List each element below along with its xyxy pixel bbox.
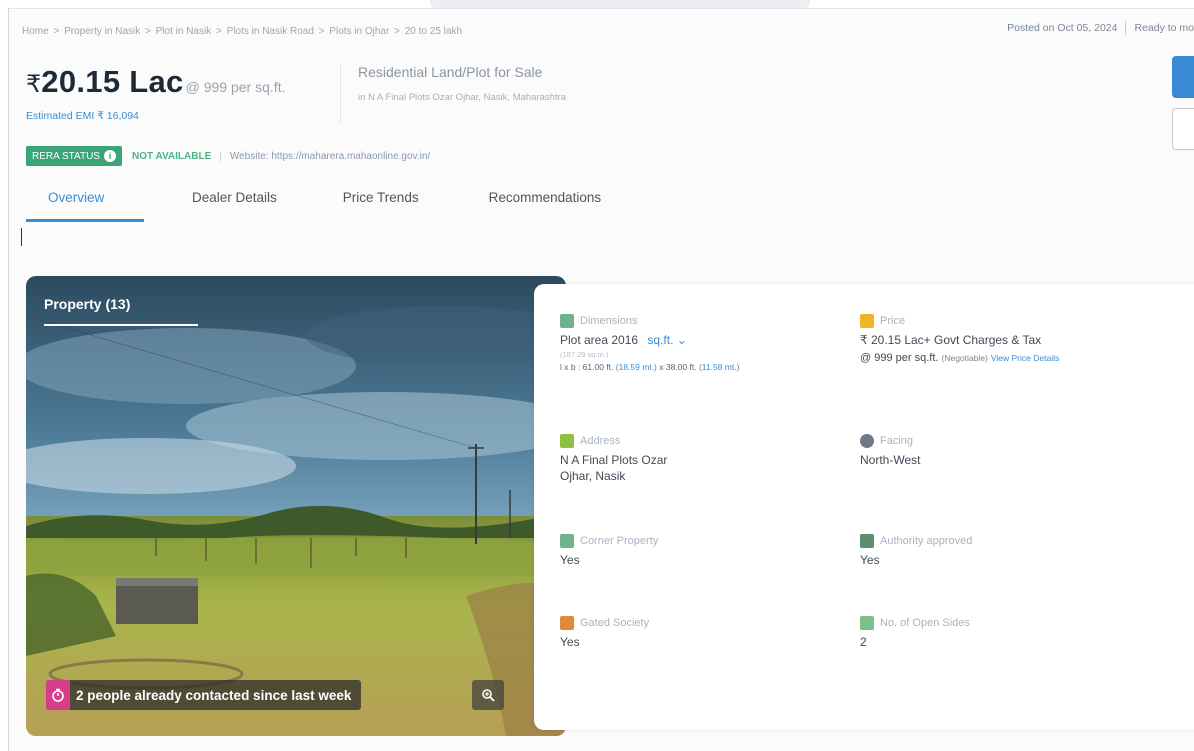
contact-activity-banner: 2 people already contacted since last we… [46,680,362,710]
breadcrumb-price-range[interactable]: 20 to 25 lakh [405,26,462,37]
facing-value: North-West [860,453,921,467]
gated-label: Gated Society [580,617,650,629]
authority-value: Yes [860,553,880,567]
detail-gated: Gated Society Yes [560,616,649,650]
view-price-details-link[interactable]: View Price Details [991,353,1059,363]
corner-icon [560,534,574,548]
tab-price-trends[interactable]: Price Trends [343,186,419,222]
facing-label: Facing [880,435,914,447]
lxb-breadth-m: (11.58 mt.) [698,362,740,372]
price-value: ₹ 20.15 Lac+ Govt Charges & Tax [860,333,1042,347]
area-unit-label: sq.ft. [647,333,674,347]
posted-divider [1125,21,1127,35]
text-cursor [21,228,22,246]
gated-value: Yes [560,635,580,649]
price-amount: 20.15 Lac [41,64,184,99]
chevron-down-icon: ⌄ [676,333,687,347]
price-headline: ₹20.15 Lac @ 999 per sq.ft. [26,64,285,100]
address-icon [560,434,574,448]
rera-row: RERA STATUS i NOT AVAILABLE | Website: h… [26,146,430,166]
corner-label: Corner Property [580,535,659,547]
breadcrumb-home[interactable]: Home [22,26,49,37]
detail-address: Address N A Final Plots Ozar Ojhar, Nasi… [560,434,667,484]
authority-icon [860,534,874,548]
detail-corner: Corner Property Yes [560,534,658,568]
property-photo[interactable]: Property (13) 2 people already contacted… [26,276,566,736]
zoom-icon [482,689,495,702]
photo-title-underline [44,324,198,326]
dimensions-icon [560,314,574,328]
tab-dealer-details[interactable]: Dealer Details [192,186,277,222]
info-icon[interactable]: i [103,150,116,162]
plot-area-value: Plot area 2016 [560,333,639,347]
emi-link[interactable]: Estimated EMI ₹ 16,094 [26,110,139,122]
address-line-1: N A Final Plots Ozar [560,453,668,467]
price-label: Price [880,315,906,327]
open-sides-label: No. of Open Sides [880,617,970,629]
lxb-breadth: x 38.00 ft. [659,362,697,372]
rupee-symbol: ₹ [26,71,42,98]
landscape-image [26,276,566,736]
breadcrumb-plot-nasik[interactable]: Plot in Nasik [156,26,212,37]
area-unit-select[interactable]: sq.ft. ⌄ [647,333,686,347]
gated-icon [560,616,574,630]
open-sides-icon [860,616,874,630]
breadcrumb-sep: > [318,26,325,37]
zoom-button[interactable] [472,680,504,710]
breadcrumb-sep: > [394,26,400,37]
address-label: Address [580,435,621,447]
price-rate-value: @ 999 per sq.ft. [860,352,939,364]
tab-recommendations[interactable]: Recommendations [489,186,602,222]
plot-lxb: l x b : 61.00 ft. (18.59 mt.) x 38.00 ft… [560,362,739,372]
header-divider [340,64,341,124]
lxb-length-m: (18.59 mt.) [615,362,657,372]
detail-tabs: Overview Dealer Details Price Trends Rec… [26,186,601,222]
breadcrumb: Home > Property in Nasik > Plot in Nasik… [22,26,464,37]
price-rate: @ 999 per sq.ft. [185,79,286,95]
breadcrumb-sep: > [216,26,222,37]
top-nav-fade [430,0,810,8]
rera-website[interactable]: Website: https://maharera.mahaonline.gov… [230,151,430,162]
plot-area-sqm: (187.29 sq.m.) [560,350,609,359]
detail-authority: Authority approved Yes [860,534,972,568]
breadcrumb-property-nasik[interactable]: Property in Nasik [64,26,140,37]
negotiable-tag: (Negotiable) [941,353,988,363]
price-rate-row: @ 999 per sq.ft. (Negotiable) View Price… [860,350,1059,366]
lxb-length: l x b : 61.00 ft. [560,362,614,372]
breadcrumb-sep: > [145,26,151,37]
posted-info: Posted on Oct 05, 2024 Ready to mo [1007,21,1194,35]
open-sides-value: 2 [860,635,867,649]
authority-label: Authority approved [880,535,973,547]
property-details-card: Dimensions Plot area 2016 sq.ft. ⌄ (187.… [534,284,1194,730]
tab-overview[interactable]: Overview [26,186,144,222]
rera-status-badge[interactable]: RERA STATUS i [26,146,122,166]
contact-activity-text: 2 people already contacted since last we… [76,687,352,703]
rera-separator: | [219,150,222,162]
posted-date: Posted on Oct 05, 2024 [1007,21,1118,34]
detail-price: Price ₹ 20.15 Lac+ Govt Charges & Tax @ … [860,314,1059,366]
property-type: Residential Land/Plot for Sale [358,64,543,80]
contact-dealer-button[interactable] [1172,56,1194,98]
rera-status-value: NOT AVAILABLE [131,150,212,162]
address-line-2: Ojhar, Nasik [560,469,626,483]
corner-value: Yes [560,553,580,567]
detail-facing: Facing North-West [860,434,920,468]
timer-icon [46,680,70,710]
facing-icon [860,434,874,448]
detail-dimensions: Dimensions Plot area 2016 sq.ft. ⌄ (187.… [560,314,739,372]
breadcrumb-sep: > [53,26,60,37]
secondary-action-button[interactable] [1172,108,1194,150]
price-icon [860,314,874,328]
breadcrumb-plots-nasik-road[interactable]: Plots in Nasik Road [227,26,314,37]
dimensions-label: Dimensions [580,315,638,327]
photo-gallery-title[interactable]: Property (13) [44,296,130,312]
breadcrumb-plots-ojhar[interactable]: Plots in Ojhar [329,26,389,37]
possession-status: Ready to mo [1134,21,1194,34]
rera-badge-label: RERA STATUS [32,150,100,162]
property-location: in N A Final Plots Ozar Ojhar, Nasik, Ma… [358,92,567,103]
detail-open-sides: No. of Open Sides 2 [860,616,970,650]
